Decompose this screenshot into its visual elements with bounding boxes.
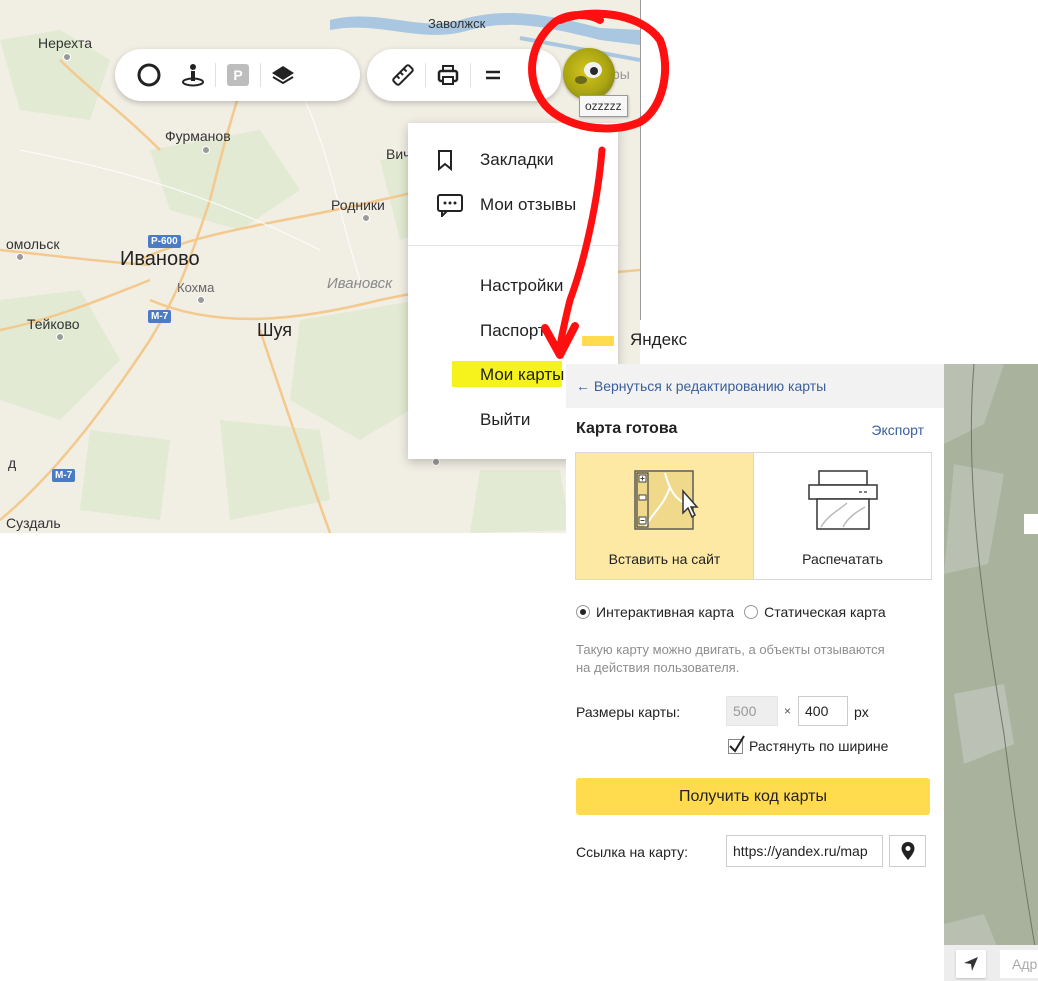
road-shield: М-7	[148, 310, 172, 323]
menu-icon	[486, 70, 500, 80]
city-label: омольск	[6, 236, 60, 252]
menu-item-label: Мои карты	[480, 365, 565, 384]
print-card-label: Распечатать	[802, 551, 883, 567]
menu-item-label: Закладки	[480, 150, 554, 169]
map-type-radio-group: Интерактивная карта Статическая карта	[576, 604, 886, 620]
traffic-icon	[137, 63, 161, 87]
stretch-checkbox[interactable]	[728, 734, 745, 754]
export-panel: ← Вернуться к редактированию карты Карта…	[566, 364, 944, 981]
traffic-button[interactable]	[127, 55, 171, 95]
city-label: Вич	[386, 146, 411, 162]
layers-button[interactable]	[261, 55, 305, 95]
city-label: Суздаль	[6, 515, 61, 531]
panel-title: Карта готова	[576, 420, 678, 437]
locate-button[interactable]	[956, 950, 986, 978]
back-to-edit-link[interactable]: ← Вернуться к редактированию карты	[566, 364, 944, 408]
yandex-logo-icon	[582, 336, 614, 346]
map-toolbar-right	[367, 49, 561, 101]
avatar-face-icon	[575, 62, 602, 84]
parking-icon: P	[227, 64, 249, 86]
radio-static-label: Статическая карта	[764, 604, 886, 620]
road-shield: Р-600	[148, 235, 181, 248]
city-label: Иваново	[120, 248, 200, 270]
comment-icon	[437, 194, 463, 217]
city-label: Нерехта	[38, 35, 93, 51]
stretch-option[interactable]: Растянуть по ширине	[728, 734, 889, 754]
unit-label: px	[854, 704, 869, 720]
map-screenshot: Заволжск Нерехта Фурманов Вич Родники ом…	[0, 0, 640, 533]
preview-map-background	[944, 364, 1038, 981]
menu-button[interactable]	[471, 55, 515, 95]
radio-static[interactable]	[744, 605, 759, 619]
width-input: 500	[726, 696, 778, 726]
mode-cards: Вставить на сайт Распечатать	[575, 452, 932, 580]
city-label: Фурманов	[165, 128, 231, 144]
sizes-label: Размеры карты:	[576, 704, 681, 720]
map-link-label: Ссылка на карту:	[576, 844, 689, 860]
radio-interactive-label: Интерактивная карта	[596, 604, 735, 620]
city-dot	[56, 333, 64, 341]
city-label: Шуя	[257, 320, 293, 340]
city-dot	[202, 146, 210, 154]
export-link[interactable]: Экспорт	[871, 422, 924, 438]
map-toolbar-left: P	[115, 49, 360, 101]
menu-item-label: Выйти	[480, 410, 531, 429]
city-dot	[197, 296, 205, 304]
city-dot	[432, 458, 440, 466]
print-button[interactable]	[426, 55, 470, 95]
road-shield: М-7	[52, 469, 76, 482]
address-input[interactable]: Адр	[1000, 950, 1038, 978]
city-label: Кохма	[177, 280, 215, 295]
city-dot	[63, 53, 71, 61]
menu-item-label: Паспорт	[480, 321, 546, 340]
radio-interactive[interactable]	[576, 605, 590, 619]
menu-item-label: Мои отзывы	[480, 195, 577, 214]
stretch-label: Растянуть по ширине	[749, 738, 889, 754]
city-dot	[16, 253, 24, 261]
pin-icon	[901, 842, 914, 860]
location-arrow-icon	[964, 957, 978, 971]
preview-map-strip	[944, 364, 1038, 981]
menu-item-bookmarks[interactable]: Закладки	[408, 140, 618, 180]
ruler-button[interactable]	[381, 55, 425, 95]
print-card[interactable]: Распечатать	[754, 453, 931, 579]
checkmark-icon	[729, 734, 745, 753]
height-input[interactable]: 400	[798, 696, 848, 726]
bookmark-icon	[438, 150, 452, 171]
ruler-icon	[392, 64, 414, 86]
times-sign: ×	[784, 704, 792, 718]
menu-item-label: Настройки	[480, 276, 564, 295]
panorama-icon	[182, 64, 204, 87]
map-type-description: Такую карту можно двигать, а объекты отз…	[576, 642, 885, 675]
embed-card[interactable]: Вставить на сайт	[576, 453, 754, 579]
city-label: д	[8, 455, 17, 471]
city-label: Родники	[331, 197, 385, 213]
menu-item-reviews[interactable]: Мои отзывы	[408, 185, 618, 225]
panorama-button[interactable]	[171, 55, 215, 95]
embed-map-icon	[633, 470, 699, 530]
region-label: Ивановск	[327, 275, 393, 292]
avatar-tooltip: ozzzzz	[579, 95, 628, 117]
yandex-label: Яндекс	[630, 330, 688, 349]
yandex-header-fragment: Яндекс	[582, 326, 1022, 366]
map-link-pin-button[interactable]	[889, 835, 926, 867]
menu-item-settings[interactable]: Настройки	[408, 266, 618, 306]
embed-card-label: Вставить на сайт	[608, 551, 721, 567]
get-code-button[interactable]: Получить код карты	[576, 778, 930, 815]
layers-icon	[272, 66, 294, 85]
city-label: Тейково	[27, 316, 80, 332]
city-label: Заволжск	[428, 16, 486, 31]
menu-divider	[408, 245, 618, 246]
map-edge-line	[640, 0, 641, 320]
parking-button[interactable]: P	[216, 55, 260, 95]
printer-icon	[807, 470, 878, 530]
print-icon	[437, 65, 459, 85]
city-dot	[362, 214, 370, 222]
map-link-input[interactable]: https://yandex.ru/map	[726, 835, 883, 867]
user-avatar[interactable]	[563, 48, 615, 100]
